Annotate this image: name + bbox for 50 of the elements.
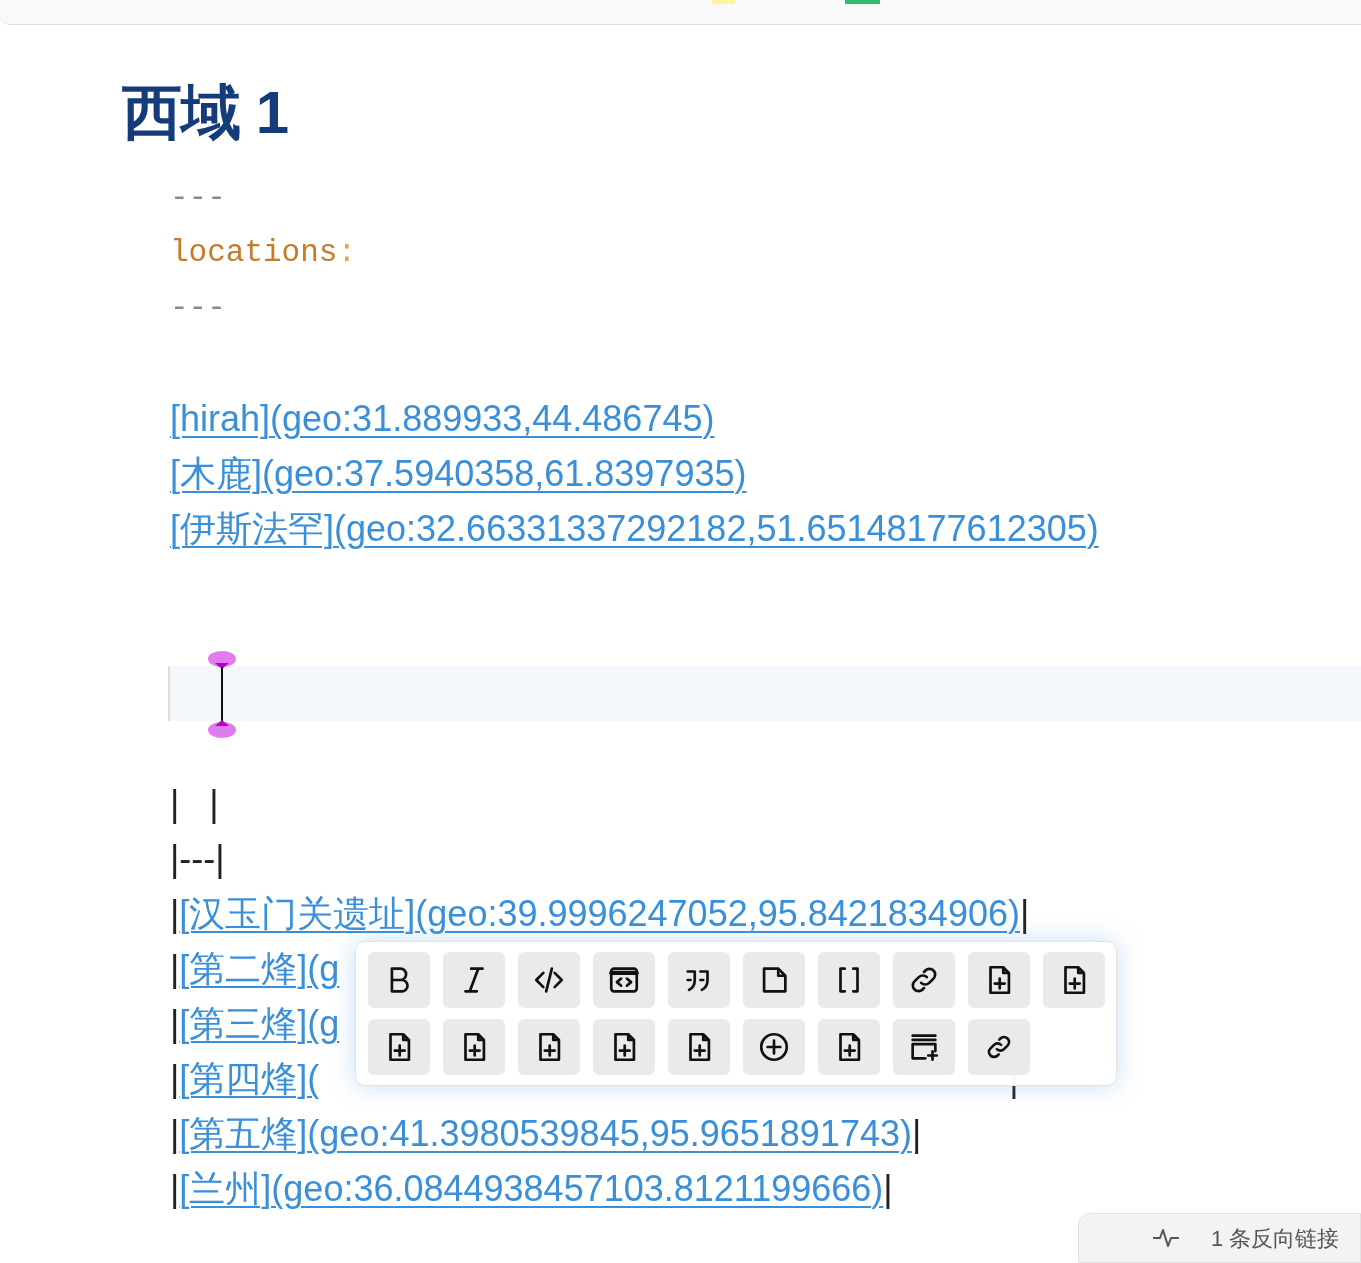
table-pipe: | — [1019, 891, 1030, 936]
geo-link[interactable]: [第二烽](g — [179, 941, 340, 996]
toolbar-button[interactable] — [443, 1019, 505, 1075]
table-pipe: | — [170, 1111, 180, 1156]
toolbar-button[interactable] — [518, 1019, 580, 1075]
table-pipe: | — [883, 1166, 893, 1211]
table-pipe: | — [911, 1111, 922, 1156]
geo-link[interactable]: [汉玉门关遗址](geo:39.9996247052,95.8421834906) — [179, 886, 1020, 941]
toolbar-button[interactable] — [968, 952, 1030, 1008]
toolbar-button[interactable] — [893, 952, 955, 1008]
toolbar-button[interactable] — [443, 952, 505, 1008]
toolbar-button[interactable] — [593, 952, 655, 1008]
frontmatter-delimiter: --- — [170, 289, 226, 328]
toolbar-button[interactable] — [518, 952, 580, 1008]
table-pipe: | — [170, 946, 180, 991]
toolbar-button[interactable] — [968, 1019, 1030, 1075]
table-pipe: | — [170, 1166, 180, 1211]
toolbar-button[interactable] — [893, 1019, 955, 1075]
geo-link[interactable]: [hirah](geo:31.889933,44.486745) — [170, 391, 715, 446]
swatch-icon[interactable] — [845, 0, 880, 4]
toolbar-button[interactable] — [368, 952, 430, 1008]
geo-link[interactable]: [第三烽](g — [179, 996, 340, 1051]
geo-link[interactable]: [木鹿](geo:37.5940358,61.8397935) — [170, 446, 747, 501]
circle-plus-icon — [757, 1030, 791, 1064]
table-pipe: | — [170, 891, 180, 936]
table-pipe: | — [170, 1056, 180, 1101]
toolbar-button[interactable] — [743, 952, 805, 1008]
toolbar-button[interactable] — [668, 952, 730, 1008]
key-colon: : — [337, 234, 357, 273]
note-title: 西域 1 — [121, 78, 290, 143]
toolbar-button[interactable] — [1043, 952, 1105, 1008]
text-cursor-icon[interactable] — [206, 650, 238, 740]
toolbar-button[interactable] — [593, 1019, 655, 1075]
toolbar-button[interactable] — [818, 1019, 880, 1075]
toolbar-button[interactable] — [743, 1019, 805, 1075]
table-markup: |---| — [170, 836, 225, 881]
pulse-icon — [1151, 1226, 1181, 1250]
geo-link[interactable]: [第四烽]( — [179, 1051, 320, 1106]
swatch-icon[interactable] — [712, 0, 735, 4]
table-markup: | | — [170, 781, 219, 826]
frontmatter-key: locations — [170, 230, 338, 277]
toolbar-button[interactable] — [368, 1019, 430, 1075]
geo-link[interactable]: [兰州](geo:36.0844938457103.8121199666) — [179, 1161, 884, 1216]
geo-link[interactable]: [第五烽](geo:41.3980539845,95.9651891743) — [179, 1106, 912, 1161]
geo-link[interactable]: [伊斯法罕](geo:32.66331337292182,51.65148177612305) — [170, 501, 1099, 556]
toolbar-button[interactable] — [668, 1019, 730, 1075]
backlinks-count[interactable]: 1 条反向链接 — [1211, 1221, 1340, 1255]
toolbar-button[interactable] — [818, 952, 880, 1008]
frontmatter-delimiter: --- — [170, 179, 226, 218]
table-pipe: | — [170, 1001, 180, 1046]
